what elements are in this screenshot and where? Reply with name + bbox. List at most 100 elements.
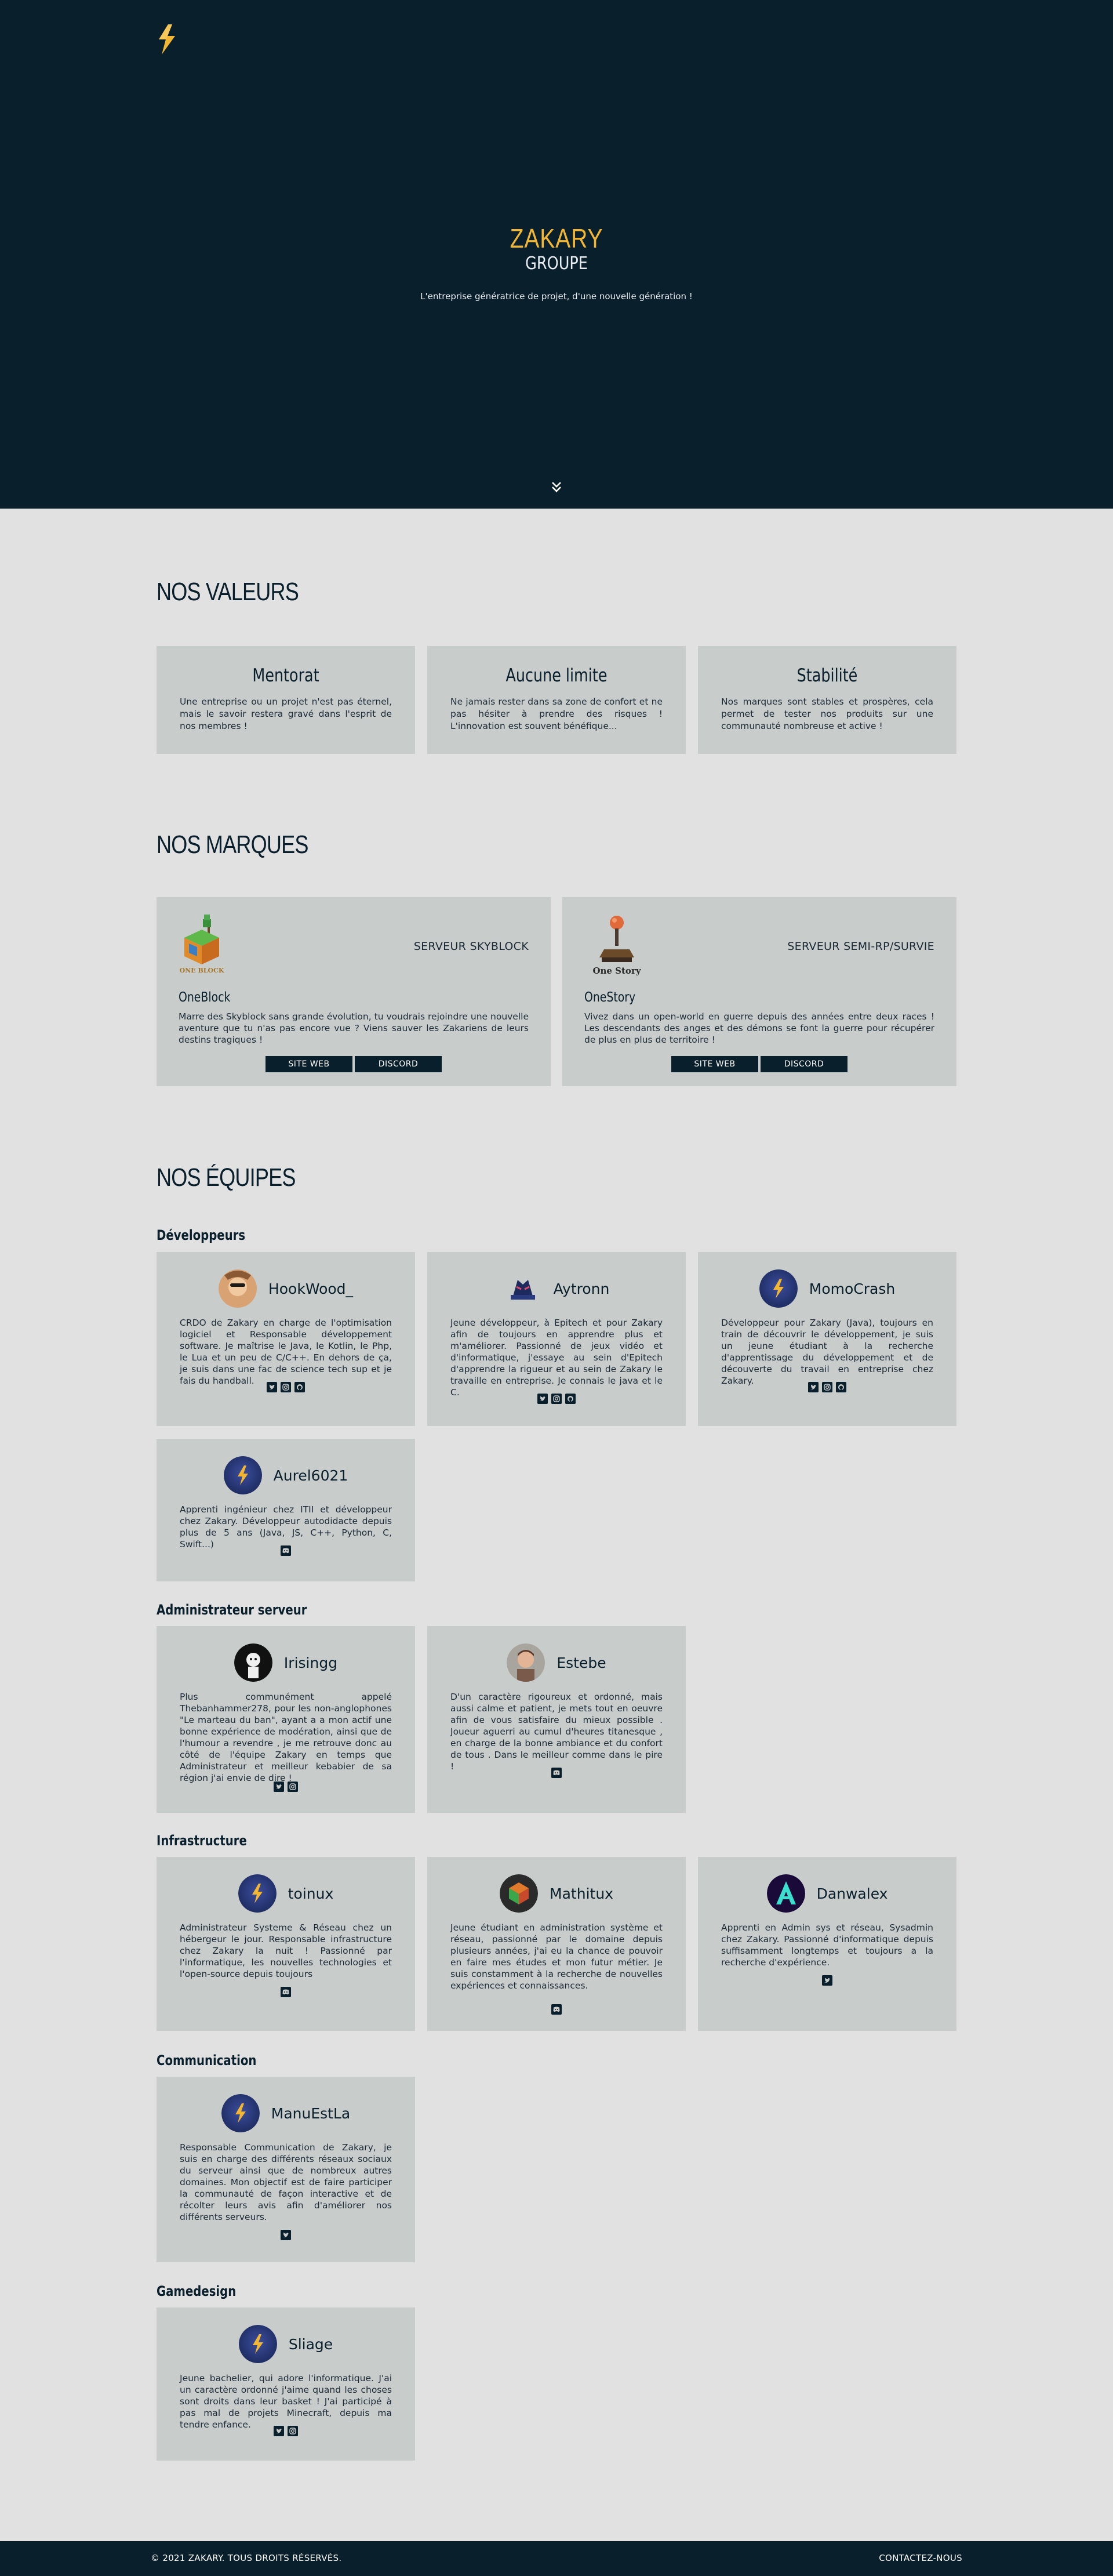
member-name: ManuEstLa [271, 2105, 351, 2122]
member-description: Développeur pour Zakary (Java), toujours… [721, 1318, 933, 1386]
zakary-logo[interactable] [157, 24, 177, 55]
member-card: Estebe D'un caractère rigoureux et ordon… [427, 1626, 686, 1813]
group-title: Gamedesign [157, 2283, 237, 2299]
member-name: Sliage [288, 2335, 333, 2353]
twitter-icon[interactable] [274, 2426, 284, 2436]
member-description: Jeune développeur, à Epitech et pour Zak… [450, 1318, 663, 1398]
brand-description: Vivez dans un open-world en guerre depui… [584, 1011, 934, 1045]
site-web-button[interactable]: SITE WEB [671, 1056, 758, 1072]
valeur-text: Une entreprise ou un projet n'est pas ét… [180, 696, 392, 731]
marques-grid: ONE BLOCK SERVEUR SKYBLOCK OneBlock Marr… [157, 897, 956, 1086]
hero-section: ZAKARY GROUPE L'entreprise génératrice d… [0, 0, 1113, 509]
team-grid-communication: ManuEstLa Responsable Communication de Z… [157, 2077, 956, 2262]
valeur-title: Aucune limite [505, 665, 608, 686]
hero-tagline: L'entreprise génératrice de projet, d'un… [420, 291, 693, 302]
site-web-button[interactable]: SITE WEB [265, 1056, 352, 1072]
member-name: Danwalex [816, 1885, 888, 1902]
valeur-card: Mentorat Une entreprise ou un projet n'e… [157, 646, 415, 754]
instagram-icon[interactable] [288, 1782, 298, 1792]
member-description: Apprenti en Admin sys et réseau, Sysadmi… [721, 1922, 933, 1968]
member-card: MomoCrash Développeur pour Zakary (Java)… [698, 1252, 956, 1426]
contact-link[interactable]: CONTACTEZ-NOUS [879, 2553, 962, 2563]
member-description: Plus communément appelé Thebanhammer278,… [180, 1692, 392, 1783]
member-socials [157, 2426, 415, 2436]
brand-type: SERVEUR SEMI-RP/SURVIE [787, 940, 934, 953]
instagram-icon[interactable] [288, 2426, 298, 2436]
avatar [221, 2094, 260, 2132]
discord-icon[interactable] [551, 2004, 562, 2015]
discord-button[interactable]: DISCORD [761, 1056, 848, 1072]
avatar [766, 1874, 805, 1913]
team-group-title: Communication [157, 2052, 956, 2069]
valeur-card: Stabilité Nos marques sont stables et pr… [698, 646, 956, 754]
member-socials [157, 1382, 415, 1392]
valeur-title: Mentorat [252, 665, 319, 686]
brand-name: OneBlock [179, 990, 231, 1005]
avatar [503, 1269, 542, 1308]
twitter-icon[interactable] [822, 1975, 832, 1986]
avatar [500, 1874, 539, 1913]
discord-icon[interactable] [281, 1987, 291, 1997]
team-grid-infrastructure: toinux Administrateur Systeme & Réseau c… [157, 1857, 956, 2031]
group-title: Administrateur serveur [157, 1602, 307, 1618]
marques-title: NOS MARQUES [157, 830, 308, 859]
member-socials [157, 1782, 415, 1792]
member-card: Danwalex Apprenti en Admin sys et réseau… [698, 1857, 956, 2031]
brand-description: Marre des Skyblock sans grande évolution… [179, 1011, 529, 1045]
brand-card-onestory: One Story SERVEUR SEMI-RP/SURVIE OneStor… [562, 897, 956, 1086]
valeur-text: Nos marques sont stables et prospères, c… [721, 696, 933, 731]
valeurs-grid: Mentorat Une entreprise ou un projet n'e… [157, 646, 956, 754]
github-icon[interactable] [836, 1382, 846, 1392]
team-grid-gamedesign: Sliage Jeune bachelier, qui adore l'info… [157, 2307, 956, 2461]
brand-buttons: SITE WEB DISCORD [562, 1056, 956, 1072]
brand-name: OneStory [584, 990, 636, 1005]
member-card: ManuEstLa Responsable Communication de Z… [157, 2077, 415, 2262]
hero-heading: ZAKARY GROUPE L'entreprise génératrice d… [0, 224, 1113, 302]
equipes-title: NOS ÉQUIPES [157, 1163, 296, 1192]
instagram-icon[interactable] [822, 1382, 832, 1392]
member-description: Jeune étudiant en administration système… [450, 1922, 663, 1991]
discord-icon[interactable] [551, 1768, 562, 1778]
member-card: HookWood_ CRDO de Zakary en charge de l'… [157, 1252, 415, 1426]
member-card: Aytronn Jeune développeur, à Epitech et … [427, 1252, 686, 1426]
avatar [507, 1643, 545, 1682]
avatar [239, 2325, 277, 2363]
valeur-text: Ne jamais rester dans sa zone de confort… [450, 696, 663, 731]
avatar [759, 1269, 798, 1308]
member-description: Responsable Communication de Zakary, je … [180, 2142, 392, 2222]
group-title: Infrastructure [157, 1833, 247, 1849]
twitter-icon[interactable] [808, 1382, 819, 1392]
chevron-double-down-icon[interactable] [550, 480, 563, 494]
member-socials [427, 1768, 686, 1778]
instagram-icon[interactable] [281, 1382, 291, 1392]
twitter-icon[interactable] [274, 1782, 284, 1792]
member-card: toinux Administrateur Systeme & Réseau c… [157, 1857, 415, 2031]
team-grid-admin: Irisingg Plus communément appelé Thebanh… [157, 1626, 956, 1813]
twitter-icon[interactable] [281, 2230, 291, 2240]
team-grid-developpeurs: HookWood_ CRDO de Zakary en charge de l'… [157, 1252, 956, 1581]
team-group-title: Gamedesign [157, 2283, 956, 2299]
github-icon[interactable] [294, 1382, 305, 1392]
twitter-icon[interactable] [537, 1394, 548, 1404]
valeurs-title: NOS VALEURS [157, 578, 299, 606]
avatar [234, 1643, 272, 1682]
instagram-icon[interactable] [551, 1394, 562, 1404]
member-description: Administrateur Systeme & Réseau chez un … [180, 1922, 392, 1979]
member-socials [427, 1394, 686, 1404]
member-socials [157, 2230, 415, 2240]
team-group-title: Administrateur serveur [157, 1602, 956, 1618]
equipes-section: NOS ÉQUIPES [157, 1163, 956, 1192]
oneblock-logo: ONE BLOCK [180, 915, 224, 974]
twitter-icon[interactable] [267, 1382, 277, 1392]
svg-text:One Story: One Story [592, 966, 641, 976]
valeurs-section: NOS VALEURS [157, 578, 956, 607]
github-icon[interactable] [565, 1394, 576, 1404]
discord-icon[interactable] [281, 1545, 291, 1556]
team-group-title: Infrastructure [157, 1833, 956, 1849]
member-name: Estebe [556, 1654, 606, 1671]
brand-card-oneblock: ONE BLOCK SERVEUR SKYBLOCK OneBlock Marr… [157, 897, 551, 1086]
discord-button[interactable]: DISCORD [355, 1056, 442, 1072]
group-title: Communication [157, 2052, 257, 2069]
svg-text:ONE BLOCK: ONE BLOCK [180, 967, 224, 974]
footer: © 2021 ZAKARY. TOUS DROITS RÉSERVÉS. CON… [0, 2541, 1113, 2576]
